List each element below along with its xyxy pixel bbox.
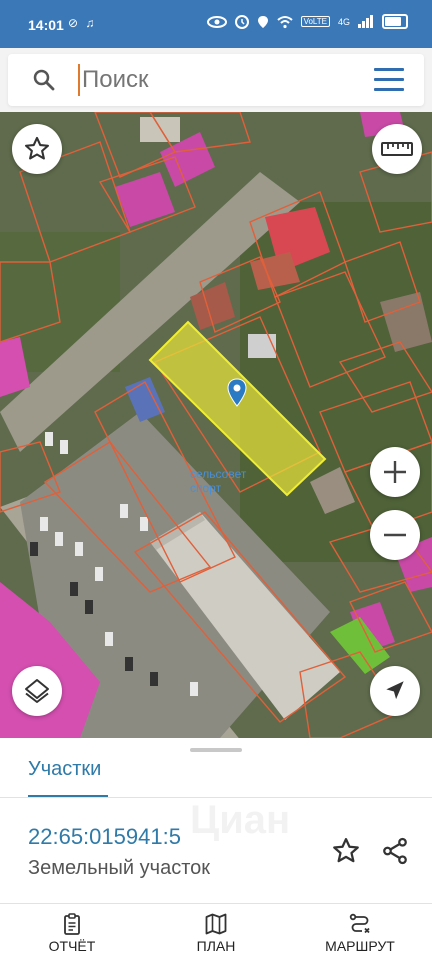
bottom-sheet: Циан Участки 22:65:015941:5 Земельный уч… — [0, 738, 432, 960]
tab-divider — [0, 797, 432, 798]
star-outline-icon — [24, 136, 50, 160]
overlay-label-2: спорт — [190, 481, 222, 495]
nav-plan[interactable]: ПЛАН — [144, 904, 288, 960]
location-marker-icon[interactable] — [226, 378, 248, 408]
menu-icon[interactable] — [374, 68, 404, 92]
zoom-out-button[interactable] — [370, 510, 420, 560]
cadastral-number[interactable]: 22:65:015941:5 — [28, 824, 181, 850]
bottom-navigation: ОТЧЁТ ПЛАН МАРШРУТ — [0, 904, 432, 960]
location-icon — [257, 15, 268, 28]
signal-type-label: 4G — [337, 16, 350, 27]
nav-plan-label: ПЛАН — [196, 938, 236, 954]
wifi-icon — [276, 15, 293, 28]
favorite-star-icon[interactable] — [331, 836, 361, 866]
battery-icon — [382, 14, 408, 29]
signal-icon — [358, 15, 373, 28]
search-bar — [0, 48, 432, 112]
overlay-label-1: сельсовет — [190, 467, 247, 481]
minus-icon — [384, 533, 406, 537]
status-bar: 14:01 ⊘ ♫ VoLTE 4G — [0, 0, 432, 48]
satellite-map[interactable]: сельсовет спорт — [0, 112, 432, 738]
nav-report[interactable]: ОТЧЁТ — [0, 904, 144, 960]
tab-parcels[interactable]: Участки — [28, 758, 101, 781]
eye-icon — [206, 15, 227, 28]
sheet-drag-handle[interactable] — [190, 748, 242, 752]
zoom-in-button[interactable] — [370, 447, 420, 497]
route-icon — [349, 913, 370, 934]
nav-report-label: ОТЧЁТ — [48, 938, 96, 954]
watermark-text: Циан — [190, 798, 291, 842]
map-icon — [205, 913, 227, 935]
plus-icon — [384, 461, 406, 483]
status-time: 14:01 — [28, 17, 64, 33]
navigation-arrow-icon — [386, 681, 404, 700]
favorite-button[interactable] — [12, 124, 62, 174]
share-icon[interactable] — [380, 836, 410, 866]
status-right-icons: VoLTE 4G — [206, 14, 408, 29]
parcel-type: Земельный участок — [28, 857, 211, 879]
status-notification-icons: ⊘ ♫ — [68, 16, 97, 30]
alarm-icon — [234, 14, 249, 29]
volte-label: VoLTE — [300, 16, 330, 27]
layers-icon — [25, 679, 49, 703]
search-box — [8, 54, 424, 106]
search-icon[interactable] — [32, 68, 56, 92]
layers-button[interactable] — [12, 666, 62, 716]
search-input[interactable] — [78, 66, 362, 94]
nav-route[interactable]: МАРШРУТ — [288, 904, 432, 960]
nav-route-label: МАРШРУТ — [325, 938, 395, 954]
ruler-icon — [381, 142, 413, 156]
clipboard-icon — [64, 913, 80, 935]
my-location-button[interactable] — [370, 666, 420, 716]
ruler-button[interactable] — [372, 124, 422, 174]
map-imagery: сельсовет спорт — [0, 112, 432, 738]
